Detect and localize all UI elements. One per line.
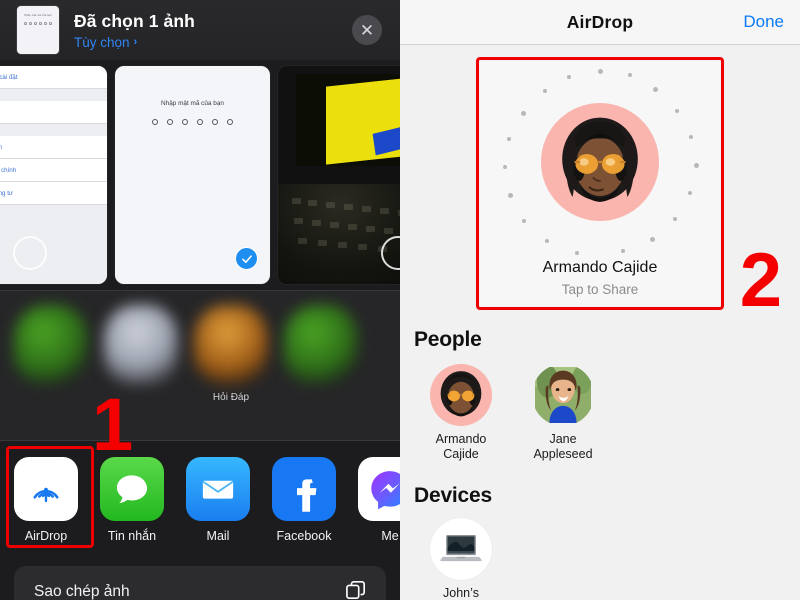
laptop-keyboard <box>278 184 400 284</box>
share-suggestions-row[interactable]: Hỏi Đáp <box>0 290 400 440</box>
people-list[interactable]: Armando Cajide Jane Appleseed <box>400 352 800 462</box>
messages-icon <box>100 457 164 521</box>
share-app-label: Facebook <box>276 529 332 543</box>
messenger-icon <box>358 457 400 521</box>
airdrop-radar-animation <box>495 67 705 257</box>
close-icon: ✕ <box>359 20 375 40</box>
devices-section-title: Devices <box>414 484 492 507</box>
airdrop-icon <box>14 457 78 521</box>
person-name-line2: Appleseed <box>533 447 593 461</box>
settings-row: ị trí & quyền riêng tư <box>0 182 107 205</box>
person-jane-appleseed[interactable]: Jane Appleseed <box>524 364 602 462</box>
options-label: Tùy chọn <box>74 34 130 50</box>
settings-row: ố cục Màn hình chính <box>0 159 107 182</box>
settings-gap <box>0 89 107 101</box>
share-app-label: AirDrop <box>24 529 68 543</box>
share-app-mail[interactable]: Mail <box>186 457 250 560</box>
mail-icon <box>186 457 250 521</box>
options-link[interactable]: Tùy chọn › <box>74 35 195 50</box>
share-app-airdrop[interactable]: AirDrop <box>14 457 78 560</box>
share-app-label: Me <box>381 529 399 543</box>
copy-photo-action-row[interactable]: Sao chép ảnh <box>14 566 386 600</box>
suggestion-avatar <box>14 305 88 385</box>
person-name-line2: Cajide <box>443 447 479 461</box>
airdrop-title: AirDrop <box>566 11 634 32</box>
suggestion-avatar <box>104 305 178 385</box>
close-button[interactable]: ✕ <box>352 15 382 45</box>
share-app-messenger[interactable]: Me <box>358 457 400 560</box>
suggestion-avatar <box>194 305 268 385</box>
copy-icon <box>344 580 368 600</box>
home-indicator-circle <box>12 236 47 270</box>
passcode-dots <box>115 119 270 125</box>
settings-row: ừ điển bàn phím <box>0 136 107 159</box>
people-section-title: People <box>414 328 482 351</box>
chevron-right-icon: › <box>133 36 138 48</box>
laptop-screen <box>296 73 400 166</box>
hero-contact-name: Armando Cajide <box>542 259 658 276</box>
done-button[interactable]: Done <box>743 12 784 32</box>
photo-selected-checkmark[interactable] <box>235 247 258 270</box>
person-armando-cajide[interactable]: Armando Cajide <box>422 364 500 462</box>
device-johns-macbook-pro[interactable]: John’s MacBook Pro <box>422 518 500 600</box>
thumbnail-title-text: Nhập mật mã của bạn <box>24 14 52 17</box>
copy-photo-label: Sao chép ảnh <box>34 583 130 600</box>
suggestion-label: Hỏi Đáp <box>212 392 250 403</box>
share-app-facebook[interactable]: Facebook <box>272 457 336 560</box>
airdrop-header: AirDrop Done <box>400 0 800 45</box>
share-sheet-title: Đã chọn 1 ảnh <box>74 10 195 31</box>
share-app-label: Tin nhắn <box>107 529 157 543</box>
hero-tap-to-share: Tap to Share <box>561 282 639 297</box>
memoji-avatar <box>430 364 492 426</box>
device-name-line1: John’s <box>443 586 479 600</box>
photo-card-settings[interactable]: óa nội dung và cài đặt ài đặt mạng ừ điể… <box>0 66 107 284</box>
suggestion-item[interactable] <box>284 305 358 440</box>
share-app-messages[interactable]: Tin nhắn <box>100 457 164 560</box>
check-icon <box>241 254 252 263</box>
settings-row: ài đặt mạng <box>0 101 107 124</box>
devices-list[interactable]: John’s MacBook Pro <box>400 508 800 600</box>
screenshot-root: Nhập mật mã của bạn Đã chọn 1 ảnh Tùy ch… <box>0 0 800 600</box>
annotation-step-2: 2 <box>739 238 782 323</box>
passcode-prompt: Nhập mật mã của bạn <box>161 100 224 107</box>
selected-photos-strip[interactable]: óa nội dung và cài đặt ài đặt mạng ừ điể… <box>0 60 400 290</box>
settings-gap <box>0 124 107 136</box>
photo-card-passcode[interactable]: Nhập mật mã của bạn <box>115 66 270 284</box>
macbook-icon <box>430 518 492 580</box>
ios-share-sheet: Nhập mật mã của bạn Đã chọn 1 ảnh Tùy ch… <box>0 0 400 600</box>
suggestion-avatar <box>284 305 358 385</box>
airdrop-hero-target[interactable]: Armando Cajide Tap to Share <box>476 57 724 310</box>
suggestion-item[interactable] <box>14 305 88 440</box>
memoji-avatar <box>541 103 659 221</box>
annotation-step-1: 1 <box>92 383 134 466</box>
share-app-label: Mail <box>206 529 230 543</box>
photo-card-laptop[interactable] <box>278 66 400 284</box>
facebook-icon <box>272 457 336 521</box>
share-sheet-header-text: Đã chọn 1 ảnh Tùy chọn › <box>74 11 195 50</box>
suggestion-item[interactable]: Hỏi Đáp <box>194 305 268 440</box>
share-sheet-header: Nhập mật mã của bạn Đã chọn 1 ảnh Tùy ch… <box>0 0 400 60</box>
airdrop-screen: AirDrop Done Armando Cajide Tap to Share… <box>400 0 800 600</box>
share-apps-row[interactable]: AirDrop Tin nhắn Mail Facebook Me <box>0 440 400 560</box>
person-name-line1: Jane <box>549 432 577 446</box>
selected-photo-thumbnail: Nhập mật mã của bạn <box>16 5 60 55</box>
person-name-line1: Armando <box>435 432 487 446</box>
photo-avatar <box>532 364 594 426</box>
thumbnail-passcode-dots <box>17 22 59 25</box>
settings-row: óa nội dung và cài đặt <box>0 66 107 89</box>
